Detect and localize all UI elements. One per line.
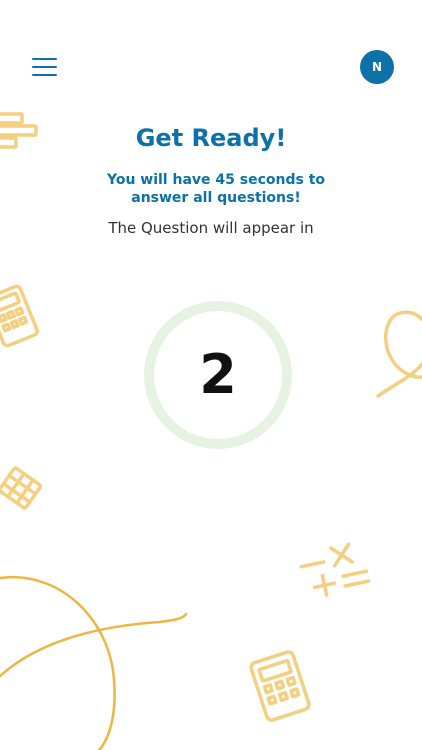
avatar[interactable]: N — [360, 50, 394, 84]
loop-doodle-icon — [376, 310, 422, 398]
menu-button[interactable] — [30, 56, 60, 80]
calculator-doodle-icon — [249, 650, 311, 722]
time-limit-message: You will have 45 seconds to answer all q… — [106, 172, 326, 206]
hamburger-menu-icon-line — [32, 74, 57, 76]
cube-doodle-icon — [0, 466, 43, 510]
hamburger-menu-icon-line — [32, 66, 57, 68]
hamburger-menu-icon — [32, 58, 57, 60]
squiggle-doodle — [0, 575, 188, 750]
math-symbols-doodle-icon — [299, 542, 371, 597]
get-ready-screen: N Get Ready! You will have 45 seconds to… — [0, 0, 422, 750]
countdown-hint: The Question will appear in — [108, 219, 314, 237]
countdown-number: 2 — [199, 343, 237, 406]
page-title: Get Ready! — [135, 124, 287, 152]
countdown-timer: 2 — [142, 299, 294, 451]
calculator-doodle-icon — [0, 284, 39, 348]
